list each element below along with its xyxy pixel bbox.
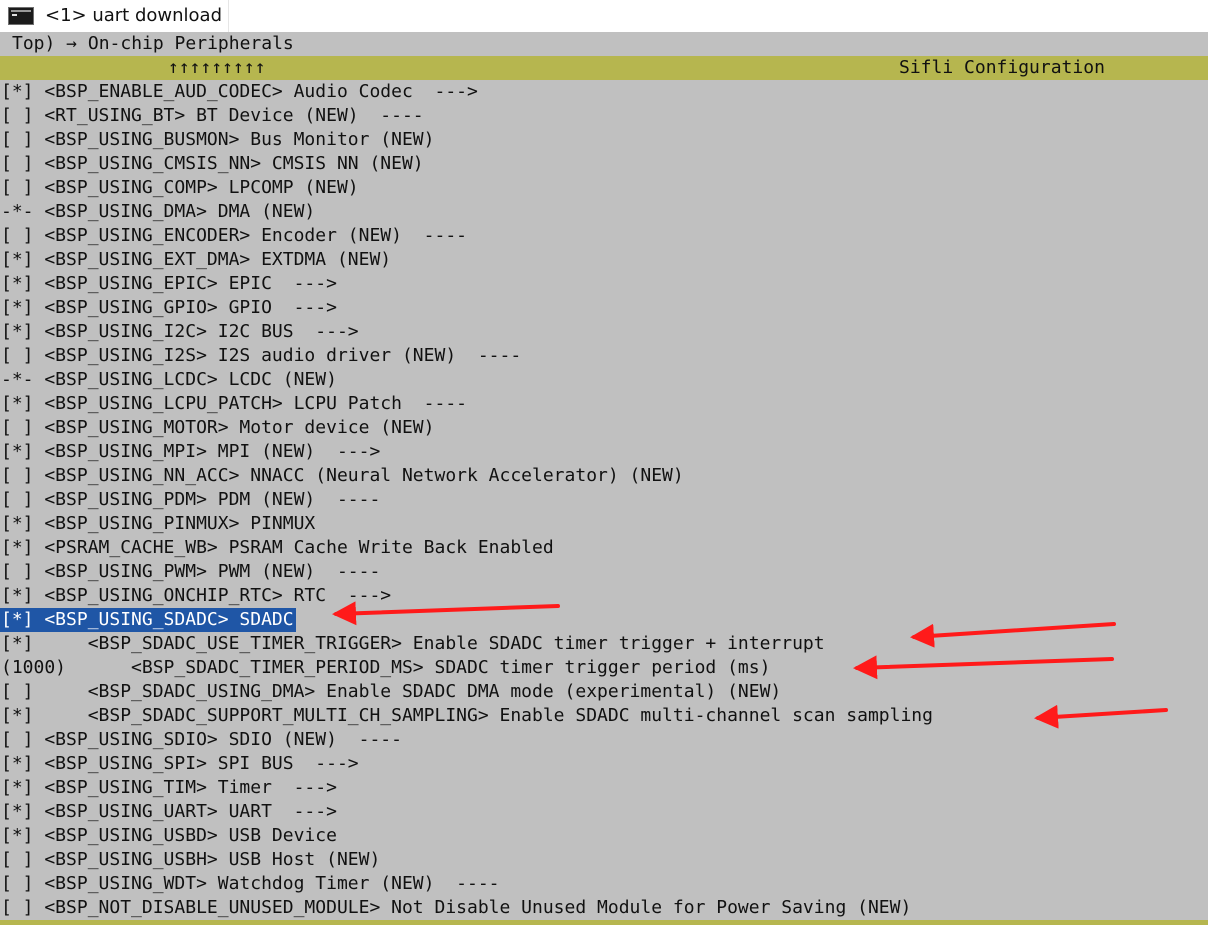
menu-item[interactable]: [*] <BSP_USING_EXT_DMA> EXTDMA (NEW) [0,248,1208,272]
menu-item-label: [ ] <BSP_USING_SDIO> SDIO (NEW) ---- [1,729,402,750]
menu-item[interactable]: [ ] <BSP_USING_WDT> Watchdog Timer (NEW)… [0,872,1208,896]
menu-item[interactable]: [ ] <BSP_USING_CMSIS_NN> CMSIS NN (NEW) [0,152,1208,176]
menu-item[interactable]: [*] <BSP_USING_MPI> MPI (NEW) ---> [0,440,1208,464]
tab-uart-download[interactable]: <1> uart download [0,0,229,32]
menu-item[interactable]: [ ] <BSP_NOT_DISABLE_UNUSED_MODULE> Not … [0,896,1208,920]
menu-item-label: [*] <BSP_USING_USBD> USB Device [1,825,337,846]
menu-item[interactable]: [*] <BSP_USING_TIM> Timer ---> [0,776,1208,800]
menuconfig-footer-bar [0,920,1208,925]
menu-item[interactable]: -*- <BSP_USING_LCDC> LCDC (NEW) [0,368,1208,392]
menu-item[interactable]: [*] <BSP_USING_ONCHIP_RTC> RTC ---> [0,584,1208,608]
menu-item-label: [*] <BSP_USING_EPIC> EPIC ---> [1,273,337,294]
menu-item-label: [ ] <BSP_USING_COMP> LPCOMP (NEW) [1,177,359,198]
menu-item[interactable]: [ ] <BSP_USING_SDIO> SDIO (NEW) ---- [0,728,1208,752]
menu-item-label: [ ] <BSP_USING_ENCODER> Encoder (NEW) --… [1,225,467,246]
menu-item[interactable]: [*] <BSP_SDADC_SUPPORT_MULTI_CH_SAMPLING… [0,704,1208,728]
menu-item[interactable]: [ ] <BSP_USING_USBH> USB Host (NEW) [0,848,1208,872]
scroll-up-indicator: ↑↑↑↑↑↑↑↑↑ [168,57,266,78]
terminal-icon [8,7,34,25]
menu-item[interactable]: [*] <BSP_SDADC_USE_TIMER_TRIGGER> Enable… [0,632,1208,656]
menu-item-label: [ ] <BSP_USING_PWM> PWM (NEW) ---- [1,561,381,582]
menu-item-label: [*] <BSP_SDADC_SUPPORT_MULTI_CH_SAMPLING… [1,705,933,726]
menu-item-label: (1000) <BSP_SDADC_TIMER_PERIOD_MS> SDADC… [1,657,771,678]
menu-item[interactable]: [*] <BSP_USING_EPIC> EPIC ---> [0,272,1208,296]
menu-item-label: [ ] <BSP_USING_I2S> I2S audio driver (NE… [1,345,522,366]
config-title: Sifli Configuration [899,57,1105,78]
menu-item[interactable]: [ ] <BSP_USING_COMP> LPCOMP (NEW) [0,176,1208,200]
menu-item[interactable]: [*] <BSP_ENABLE_AUD_CODEC> Audio Codec -… [0,80,1208,104]
menu-item-label: [*] <BSP_SDADC_USE_TIMER_TRIGGER> Enable… [1,633,825,654]
menu-item-label: [ ] <RT_USING_BT> BT Device (NEW) ---- [1,105,424,126]
menu-item-label: [ ] <BSP_USING_PDM> PDM (NEW) ---- [1,489,381,510]
menu-item[interactable]: [*] <BSP_USING_I2C> I2C BUS ---> [0,320,1208,344]
menu-item-label: [*] <BSP_USING_SDADC> SDADC [0,608,296,632]
menu-item-label: [*] <BSP_USING_TIM> Timer ---> [1,777,337,798]
breadcrumb: Top) → On-chip Peripherals [12,33,294,54]
menu-item[interactable]: [ ] <BSP_USING_MOTOR> Motor device (NEW) [0,416,1208,440]
menu-item-selected[interactable]: [*] <BSP_USING_SDADC> SDADC [0,608,1208,632]
menu-item-label: [*] <BSP_USING_I2C> I2C BUS ---> [1,321,359,342]
menu-item-label: [*] <BSP_USING_EXT_DMA> EXTDMA (NEW) [1,249,392,270]
menu-item-label: [*] <BSP_USING_UART> UART ---> [1,801,337,822]
menu-item[interactable]: [*] <BSP_USING_LCPU_PATCH> LCPU Patch --… [0,392,1208,416]
menu-item-label: [*] <BSP_USING_PINMUX> PINMUX [1,513,316,534]
menu-item[interactable]: [ ] <RT_USING_BT> BT Device (NEW) ---- [0,104,1208,128]
tab-bar: <1> uart download [0,0,1208,32]
menu-item[interactable]: [ ] <BSP_USING_NN_ACC> NNACC (Neural Net… [0,464,1208,488]
menu-item[interactable]: [ ] <BSP_USING_I2S> I2S audio driver (NE… [0,344,1208,368]
menu-item[interactable]: [*] <BSP_USING_GPIO> GPIO ---> [0,296,1208,320]
menu-item[interactable]: [ ] <BSP_USING_PWM> PWM (NEW) ---- [0,560,1208,584]
menu-item-label: [ ] <BSP_USING_CMSIS_NN> CMSIS NN (NEW) [1,153,424,174]
menu-item-label: -*- <BSP_USING_LCDC> LCDC (NEW) [1,369,337,390]
menu-item[interactable]: [*] <BSP_USING_PINMUX> PINMUX [0,512,1208,536]
menu-item-label: [*] <BSP_USING_ONCHIP_RTC> RTC ---> [1,585,392,606]
menu-item-label: [*] <BSP_ENABLE_AUD_CODEC> Audio Codec -… [1,81,478,102]
menu-item-label: [ ] <BSP_NOT_DISABLE_UNUSED_MODULE> Not … [1,897,912,918]
menu-item[interactable]: [*] <BSP_USING_UART> UART ---> [0,800,1208,824]
menu-item-label: -*- <BSP_USING_DMA> DMA (NEW) [1,201,316,222]
menu-item[interactable]: [ ] <BSP_USING_ENCODER> Encoder (NEW) --… [0,224,1208,248]
menu-item[interactable]: [ ] <BSP_USING_BUSMON> Bus Monitor (NEW) [0,128,1208,152]
menu-item-label: [*] <PSRAM_CACHE_WB> PSRAM Cache Write B… [1,537,554,558]
menu-item-label: [ ] <BSP_SDADC_USING_DMA> Enable SDADC D… [1,681,782,702]
menu-item[interactable]: [*] <BSP_USING_USBD> USB Device [0,824,1208,848]
menu-item-label: [*] <BSP_USING_SPI> SPI BUS ---> [1,753,359,774]
menu-item-label: [ ] <BSP_USING_WDT> Watchdog Timer (NEW)… [1,873,500,894]
menu-list: [*] <BSP_ENABLE_AUD_CODEC> Audio Codec -… [0,80,1208,920]
menu-item[interactable]: [*] <PSRAM_CACHE_WB> PSRAM Cache Write B… [0,536,1208,560]
menu-item-label: [ ] <BSP_USING_USBH> USB Host (NEW) [1,849,381,870]
menu-item-label: [*] <BSP_USING_GPIO> GPIO ---> [1,297,337,318]
menu-item[interactable]: -*- <BSP_USING_DMA> DMA (NEW) [0,200,1208,224]
tab-title: <1> uart download [45,5,222,26]
menu-item-label: [*] <BSP_USING_MPI> MPI (NEW) ---> [1,441,381,462]
menu-item-label: [ ] <BSP_USING_NN_ACC> NNACC (Neural Net… [1,465,684,486]
terminal-window[interactable]: Top) → On-chip Peripherals ↑↑↑↑↑↑↑↑↑ Sif… [0,32,1208,925]
menu-item-label: [ ] <BSP_USING_BUSMON> Bus Monitor (NEW) [1,129,435,150]
menu-item[interactable]: [*] <BSP_USING_SPI> SPI BUS ---> [0,752,1208,776]
menu-item-label: [*] <BSP_USING_LCPU_PATCH> LCPU Patch --… [1,393,467,414]
menu-item-label: [ ] <BSP_USING_MOTOR> Motor device (NEW) [1,417,435,438]
menu-item[interactable]: [ ] <BSP_SDADC_USING_DMA> Enable SDADC D… [0,680,1208,704]
menu-item[interactable]: (1000) <BSP_SDADC_TIMER_PERIOD_MS> SDADC… [0,656,1208,680]
menuconfig-header-bar: ↑↑↑↑↑↑↑↑↑ Sifli Configuration [0,56,1208,80]
menu-item[interactable]: [ ] <BSP_USING_PDM> PDM (NEW) ---- [0,488,1208,512]
